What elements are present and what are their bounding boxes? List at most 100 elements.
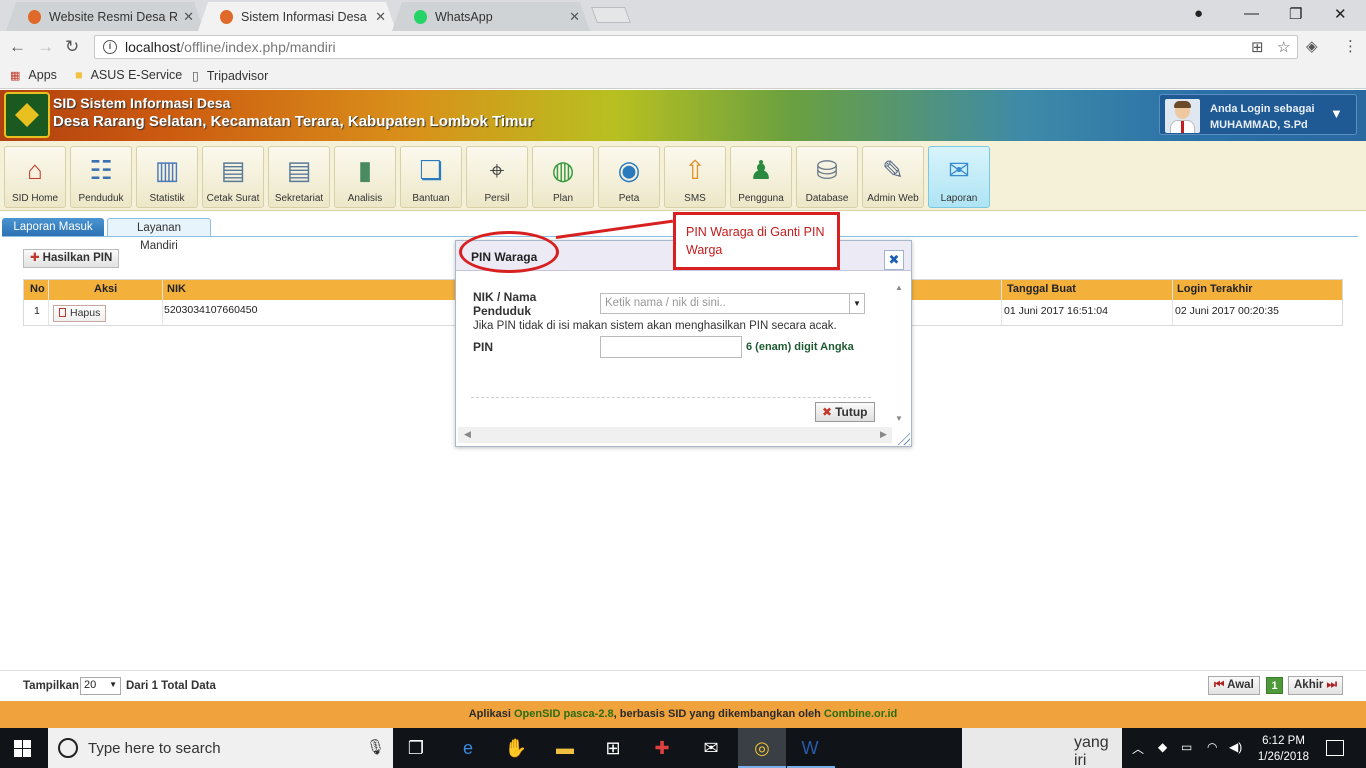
document-icon: ▤ [286,155,312,185]
generate-pin-button[interactable]: ✚ Hasilkan PIN [23,249,120,268]
module-peta[interactable]: ◉ Peta [598,146,660,208]
pin-input[interactable] [600,336,742,358]
forward-icon[interactable]: → [37,37,54,57]
dropbox-icon[interactable]: ◆ [1158,740,1167,754]
close-button[interactable]: ✖ Tutup [815,402,875,422]
delete-button[interactable]: Hapus [53,305,107,322]
wifi-icon[interactable]: ◠ [1207,740,1217,754]
per-page-select[interactable]: 20 ▼ [80,677,121,695]
tab-laporan-masuk[interactable]: Laporan Masuk [2,218,104,236]
background-window: yang iri [962,728,1122,768]
reload-icon[interactable]: ↻ [65,37,79,57]
bookmark-asus[interactable]: ■ ASUS E-Service [75,68,182,82]
battery-icon[interactable]: ▭ [1181,740,1192,754]
browser-tab-strip: Website Resmi Desa Rara ✕ Sistem Informa… [0,0,1366,31]
close-tab-icon[interactable]: ✕ [183,9,194,25]
module-sms[interactable]: ⇧ SMS [664,146,726,208]
gift-icon[interactable]: ✚ [649,736,675,760]
column-login-terakhir[interactable]: Login Terakhir [1177,283,1253,295]
module-database[interactable]: ⛁ Database [796,146,858,208]
notification-icon[interactable] [1326,740,1344,756]
profile-icon[interactable]: ● [1194,5,1203,22]
opensid-link[interactable]: OpenSID pasca-2.8 [514,708,614,720]
module-persil[interactable]: ⌖ Persil [466,146,528,208]
scroll-up-icon[interactable]: ▲ [895,283,903,292]
browser-toolbar: ← → ↻ i localhost/offline/index.php/mand… [0,31,1366,62]
store-icon[interactable]: ⊞ [600,736,626,760]
info-icon[interactable]: i [103,40,117,54]
column-no[interactable]: No [30,283,45,295]
module-toolbar: ⌂ SID Home ☷ Penduduk ▥ Statistik ▤ Ceta… [0,141,1366,211]
people-icon: ☷ [89,155,113,185]
taskbar-search[interactable]: Type here to search 🎙 [48,728,393,768]
microphone-icon[interactable]: 🎙 [366,738,385,756]
module-label: Plan [552,193,573,204]
translate-icon[interactable]: ⊞ [1251,38,1264,56]
word-icon[interactable]: W [797,736,823,760]
app-icon[interactable]: ✋ [503,736,529,760]
module-label: Admin Web [867,193,919,204]
new-tab-button[interactable] [591,7,631,23]
restore-icon[interactable]: ❐ [1289,5,1302,23]
current-page[interactable]: 1 [1266,677,1283,694]
module-statistik[interactable]: ▥ Statistik [136,146,198,208]
module-label: SID Home [11,193,59,204]
module-label: Peta [618,193,640,204]
close-window-icon[interactable]: ✕ [1334,5,1347,23]
taskbar-clock[interactable]: 6:12 PM 1/26/2018 [1256,733,1311,765]
bookmark-star-icon[interactable]: ☆ [1277,38,1290,56]
first-page-button[interactable]: ⏮ Awal [1208,676,1260,695]
module-admin-web[interactable]: ✎ Admin Web [862,146,924,208]
browser-tab-website-resmi[interactable]: Website Resmi Desa Rara ✕ [6,2,204,31]
user-menu[interactable]: Anda Login sebagai MUHAMMAD, S.Pd ▼ [1159,94,1357,135]
tab-layanan-mandiri[interactable]: Layanan Mandiri [107,218,211,252]
column-nik[interactable]: NIK [167,283,186,295]
volume-icon[interactable]: ◀) [1229,740,1242,754]
district-logo [4,92,50,138]
menu-icon[interactable]: ⋮ [1343,37,1358,55]
back-icon[interactable]: ← [9,37,26,57]
bookmark-tripadvisor[interactable]: ▯ Tripadvisor [192,68,268,84]
edge-icon[interactable]: e [455,736,481,760]
minimize-icon[interactable]: — [1244,5,1259,22]
close-tab-icon[interactable]: ✕ [375,9,386,25]
module-pengguna[interactable]: ♟ Pengguna [730,146,792,208]
browser-tab-whatsapp[interactable]: WhatsApp ✕ [392,2,590,31]
chevron-down-icon[interactable]: ▼ [849,294,864,313]
column-aksi[interactable]: Aksi [94,283,117,295]
file-explorer-icon[interactable]: ▬ [552,736,578,760]
resize-grip-icon[interactable] [896,431,910,445]
scroll-right-icon[interactable]: ▶ [880,429,887,440]
sid-favicon-icon [220,9,233,24]
pager-divider [0,670,1366,671]
last-page-button[interactable]: Akhir ⏭ [1288,676,1343,695]
module-bantuan[interactable]: ❏ Bantuan [400,146,462,208]
address-bar[interactable]: i localhost/offline/index.php/mandiri ⊞ … [94,35,1298,59]
module-label: Sekretariat [274,193,324,204]
module-cetak-surat[interactable]: ▤ Cetak Surat [202,146,264,208]
chrome-taskbar-button[interactable]: ◎ [738,728,786,768]
column-tanggal-buat[interactable]: Tanggal Buat [1007,283,1076,295]
scroll-down-icon[interactable]: ▼ [895,414,903,423]
close-tab-icon[interactable]: ✕ [569,9,580,25]
module-laporan[interactable]: ✉ Laporan [928,146,990,208]
scroll-left-icon[interactable]: ◀ [464,429,471,440]
chevron-down-icon[interactable]: ▼ [1330,106,1343,121]
tray-expand-icon[interactable]: ︿ [1132,740,1144,757]
extension-icon[interactable]: ◈ [1306,37,1318,55]
module-plan[interactable]: ◍ Plan [532,146,594,208]
combine-link[interactable]: Combine.or.id [824,708,897,720]
module-sekretariat[interactable]: ▤ Sekretariat [268,146,330,208]
module-sid-home[interactable]: ⌂ SID Home [4,146,66,208]
nik-search-input[interactable]: Ketik nama / nik di sini.. [600,293,865,314]
module-analisis[interactable]: ▮ Analisis [334,146,396,208]
mail-icon[interactable]: ✉ [698,736,724,760]
task-view-icon[interactable]: ❐ [403,736,429,760]
bookmark-apps[interactable]: ▦ Apps [10,68,57,82]
module-penduduk[interactable]: ☷ Penduduk [70,146,132,208]
vertical-scrollbar[interactable]: ▲ ▼ [893,281,907,426]
horizontal-scrollbar[interactable]: ◀ ▶ [458,427,892,443]
windows-start-icon[interactable] [14,740,31,757]
close-icon[interactable]: ✖ [884,250,904,270]
browser-tab-sistem-informasi[interactable]: Sistem Informasi Desa De ✕ [198,2,396,31]
